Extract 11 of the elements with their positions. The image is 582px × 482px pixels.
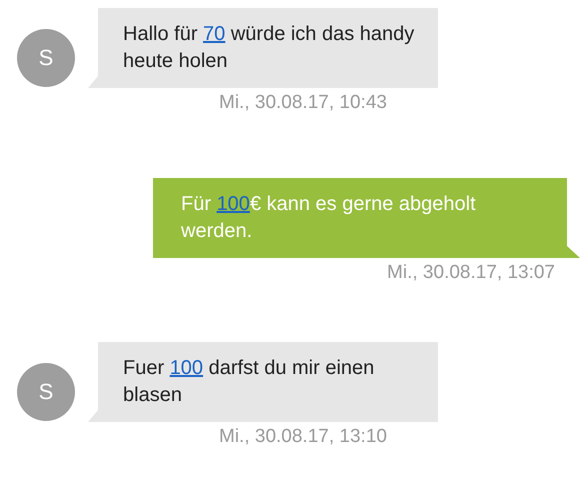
- message-text: Hallo für 70 würde ich das handy heute holen: [123, 22, 416, 74]
- timestamp: Mi., 30.08.17, 13:10: [219, 426, 387, 448]
- timestamp: Mi., 30.08.17, 13:07: [387, 262, 555, 284]
- number-link[interactable]: 100: [170, 357, 204, 379]
- avatar: S: [17, 29, 75, 87]
- number-link[interactable]: 70: [203, 23, 226, 45]
- message-text: Für 100€ kann es gerne abgeholt werden.: [181, 192, 477, 244]
- timestamp: Mi., 30.08.17, 10:43: [219, 92, 387, 114]
- message-text: Fuer 100 darfst du mir einen blasen: [123, 356, 376, 408]
- avatar: S: [17, 363, 75, 421]
- number-link[interactable]: 100: [216, 193, 250, 215]
